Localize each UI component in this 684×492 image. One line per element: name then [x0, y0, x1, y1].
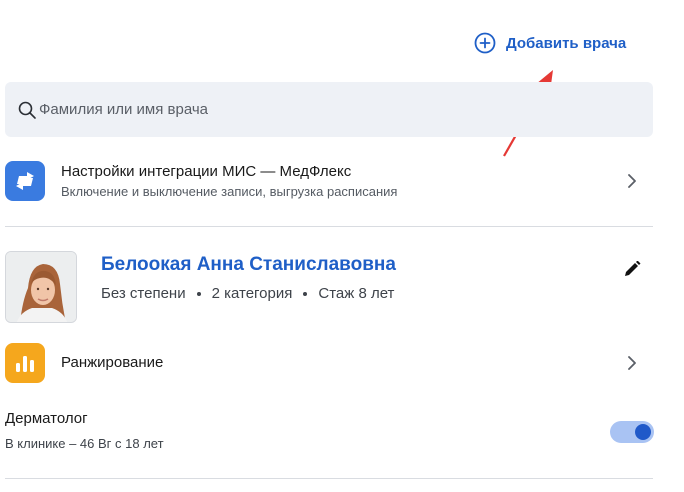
integration-title: Настройки интеграции МИС — МедФлекс	[61, 163, 352, 180]
divider	[5, 226, 653, 227]
chevron-right-icon	[628, 356, 636, 370]
pencil-icon[interactable]	[622, 261, 642, 279]
ranking-row[interactable]: Ранжирование	[5, 343, 653, 383]
doctor-category: 2 категория	[211, 285, 293, 302]
integration-settings-row[interactable]: Настройки интеграции МИС — МедФлекс Вклю…	[5, 161, 653, 205]
doctor-name[interactable]: Белоокая Анна Станиславовна	[101, 254, 396, 276]
chevron-right-icon	[628, 174, 636, 188]
specialty-title: Дерматолог	[5, 410, 88, 427]
doctor-meta: Без степени 2 категория Стаж 8 лет	[101, 285, 394, 302]
toggle-knob	[635, 424, 651, 440]
annotation-arrow	[503, 70, 553, 157]
search-bar[interactable]	[5, 82, 653, 137]
sync-arrows-icon	[5, 161, 45, 201]
add-doctor-button[interactable]: Добавить врача	[474, 31, 626, 55]
specialty-subtitle: В клинике – 46 Вг с 18 лет	[5, 436, 164, 451]
divider	[5, 478, 653, 479]
integration-subtitle: Включение и выключение записи, выгрузка …	[61, 184, 398, 199]
plus-circle-icon	[474, 32, 496, 54]
bar-chart-icon	[5, 343, 45, 383]
specialty-toggle[interactable]	[610, 421, 654, 443]
doctor-degree: Без степени	[101, 285, 186, 302]
ranking-label: Ранжирование	[61, 354, 164, 371]
doctor-avatar	[5, 251, 77, 323]
search-icon	[18, 101, 36, 119]
add-doctor-label: Добавить врача	[506, 34, 627, 52]
doctor-experience: Стаж 8 лет	[318, 285, 395, 302]
separator-dot	[303, 291, 308, 296]
search-input[interactable]	[39, 101, 599, 118]
separator-dot	[196, 291, 201, 296]
